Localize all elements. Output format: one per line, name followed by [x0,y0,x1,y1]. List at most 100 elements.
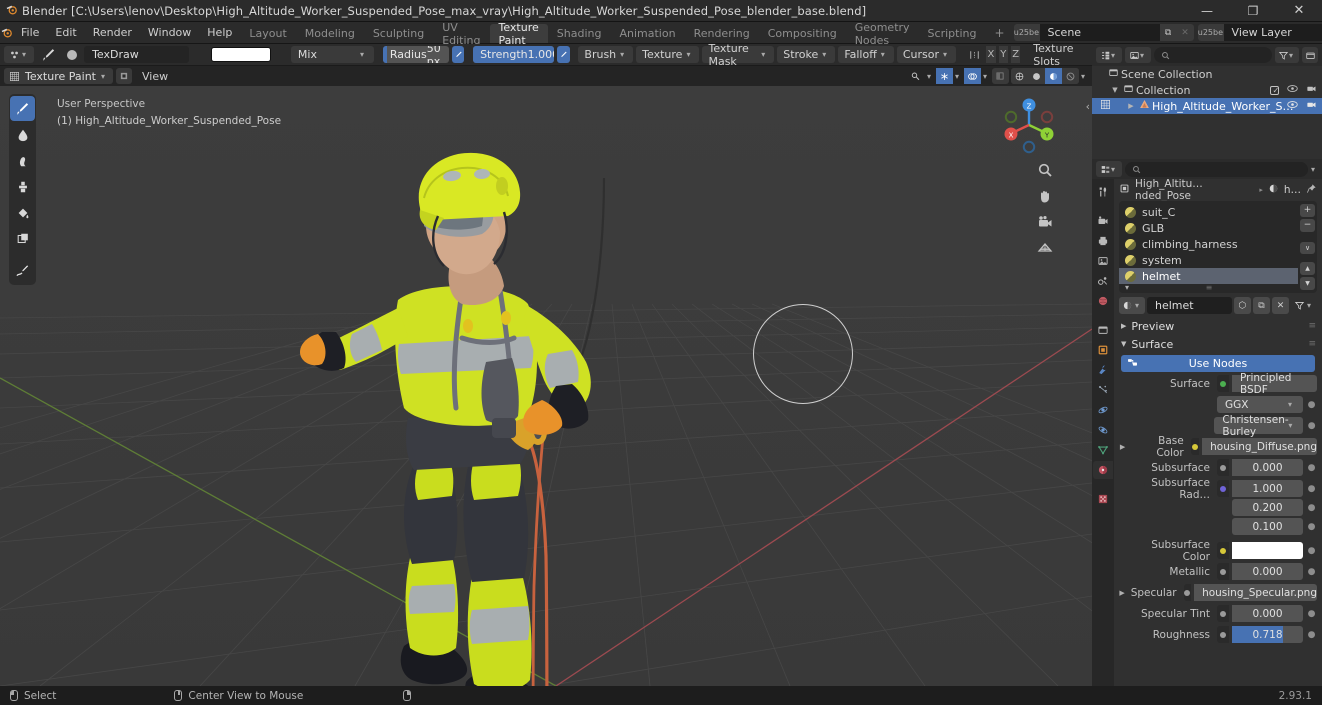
subsurface-radius-x[interactable]: 1.000 [1232,480,1303,497]
specular-value[interactable]: housing_Specular.png [1194,584,1317,601]
properties-editor-icon[interactable]: ▾ [1096,161,1122,177]
minimize-button[interactable]: — [1184,0,1230,22]
object-properties-tab[interactable] [1093,341,1113,359]
workspace-tab-compositing[interactable]: Compositing [759,24,846,43]
smear-tool[interactable] [10,148,35,173]
collection-properties-tab[interactable] [1093,321,1113,339]
material-slot-list[interactable]: suit_C GLB climbing_harness system helme… [1119,201,1317,293]
symmetry-y-button[interactable]: Y [998,46,1008,63]
blend-mode-dropdown[interactable]: Mix ▾ [290,46,374,63]
brush-select-icon[interactable]: ▾ [4,46,34,63]
collection-expand-triangle[interactable]: ▼ [1109,86,1121,94]
draw-tool[interactable] [10,96,35,121]
workspace-tab-scripting[interactable]: Scripting [919,24,986,43]
add-slot-button[interactable]: + [1300,204,1315,217]
stroke-popover[interactable]: Stroke ▾ [777,46,836,63]
add-workspace-button[interactable]: + [985,22,1013,43]
texture-tab[interactable] [1093,490,1113,508]
workspace-tab-uv-editing[interactable]: UV Editing [433,21,489,47]
object-constraints-tab[interactable] [1093,421,1113,439]
sidebar-toggle-arrow[interactable]: ‹ [1086,100,1090,113]
menu-file[interactable]: File [13,22,47,43]
material-slot-row[interactable]: climbing_harness [1119,236,1298,252]
overlays-icon[interactable] [963,68,981,84]
strength-slider[interactable]: Strength 1.000 [473,46,555,63]
subsurface-radius-z[interactable]: 0.100 [1232,518,1303,535]
soften-tool[interactable] [10,122,35,147]
material-tab[interactable] [1093,461,1113,479]
workspace-tab-texture-paint[interactable]: Texture Paint [489,21,548,47]
specular-expand-triangle[interactable]: ▶ [1119,589,1125,597]
maximize-button[interactable]: ❐ [1230,0,1276,22]
workspace-tab-layout[interactable]: Layout [240,24,295,43]
fill-tool[interactable] [10,200,35,225]
view-layer-name[interactable]: View Layer [1223,24,1322,41]
panel-drag-handle[interactable]: ≡ [1308,321,1315,331]
scene-selector[interactable]: \u25be Scene ⧉ ✕ [1013,24,1194,41]
perspective-icon[interactable] [1035,238,1054,257]
list-resize-grip[interactable]: ≡ [1119,283,1298,292]
world-tab[interactable] [1093,292,1113,310]
properties-search-input[interactable] [1125,161,1308,177]
material-slot-row[interactable]: suit_C [1119,204,1298,220]
shading-wireframe-button[interactable] [1010,68,1028,84]
outliner-filter-id-icon[interactable]: ▾ [1125,47,1151,63]
workspace-tab-rendering[interactable]: Rendering [685,24,759,43]
texture-popover[interactable]: Texture ▾ [636,46,700,63]
subsurface-color-swatch[interactable] [1232,542,1303,559]
move-slot-down-button[interactable]: ▼ [1300,277,1315,290]
interaction-mode-dropdown[interactable]: Texture Paint ▾ [4,68,113,84]
tool-tab[interactable] [1093,183,1113,201]
navigation-gizmo[interactable]: Z Y X [998,94,1060,156]
gizmo-icon[interactable] [935,68,953,84]
new-collection-icon[interactable] [1302,47,1318,63]
surface-collapse-triangle[interactable]: ▼ [1121,340,1126,348]
outliner-row-collection[interactable]: ▼ Collection ✓ [1092,82,1322,98]
pan-hand-icon[interactable] [1035,186,1054,205]
scene-tab[interactable] [1093,272,1113,290]
menu-help[interactable]: Help [199,22,240,43]
animate-dot[interactable]: ● [1306,400,1317,410]
outliner-display-icon[interactable]: ▾ [1096,47,1122,63]
breadcrumb-object-name[interactable]: High_Altitu…nded_Pose [1135,179,1254,202]
modifier-tab[interactable] [1093,361,1113,379]
outliner-row-object[interactable]: ▶ High_Altitude_Worker_S… [1092,98,1322,114]
eye-icon[interactable] [1287,84,1298,96]
preview-collapse-triangle[interactable]: ▶ [1121,322,1126,330]
zoom-icon[interactable] [1035,160,1054,179]
panel-surface[interactable]: ▼ Surface ≡ [1114,335,1322,353]
camera-icon[interactable] [1306,84,1317,96]
metallic-value[interactable]: 0.000 [1232,563,1303,580]
camera-icon[interactable] [1035,212,1054,231]
radius-slider[interactable]: Radius 50 px [382,46,449,63]
move-slot-up-button[interactable]: ▲ [1300,262,1315,276]
camera-icon[interactable] [1306,100,1317,112]
brush-preview-icon[interactable] [63,46,81,63]
animate-dot[interactable]: ● [1306,546,1317,556]
eye-icon[interactable] [1287,100,1298,112]
animate-dot[interactable]: ● [1306,630,1317,640]
panel-drag-handle[interactable]: ≡ [1308,339,1315,349]
strength-pressure-toggle[interactable] [557,46,570,63]
subsurface-method-dropdown[interactable]: Christensen-Burley ▾ [1214,414,1304,438]
shading-rendered-button[interactable] [1061,68,1079,84]
new-scene-button[interactable]: ⧉ [1159,24,1177,41]
pin-icon[interactable] [1306,183,1317,197]
distribution-dropdown[interactable]: GGX ▾ [1217,396,1303,413]
physics-tab[interactable] [1093,401,1113,419]
menu-render[interactable]: Render [85,22,140,43]
workspace-tab-geometry-nodes[interactable]: Geometry Nodes [846,21,919,47]
menu-window[interactable]: Window [140,22,199,43]
brush-name[interactable]: TexDraw [84,46,190,63]
material-filter-icon[interactable]: ▾ [1291,297,1317,314]
particles-tab[interactable] [1093,381,1113,399]
workspace-tab-shading[interactable]: Shading [548,24,611,43]
surface-shader-value[interactable]: Principled BSDF [1232,372,1317,396]
animate-dot[interactable]: ● [1306,567,1317,577]
animate-dot[interactable]: ● [1306,421,1317,431]
breadcrumb-material-name[interactable]: h… [1284,184,1301,196]
radius-pressure-toggle[interactable] [451,46,465,63]
material-slot-row[interactable]: system [1119,252,1298,268]
material-name-field[interactable]: helmet [1147,297,1232,314]
fake-user-button[interactable]: ⬡ [1233,297,1251,314]
